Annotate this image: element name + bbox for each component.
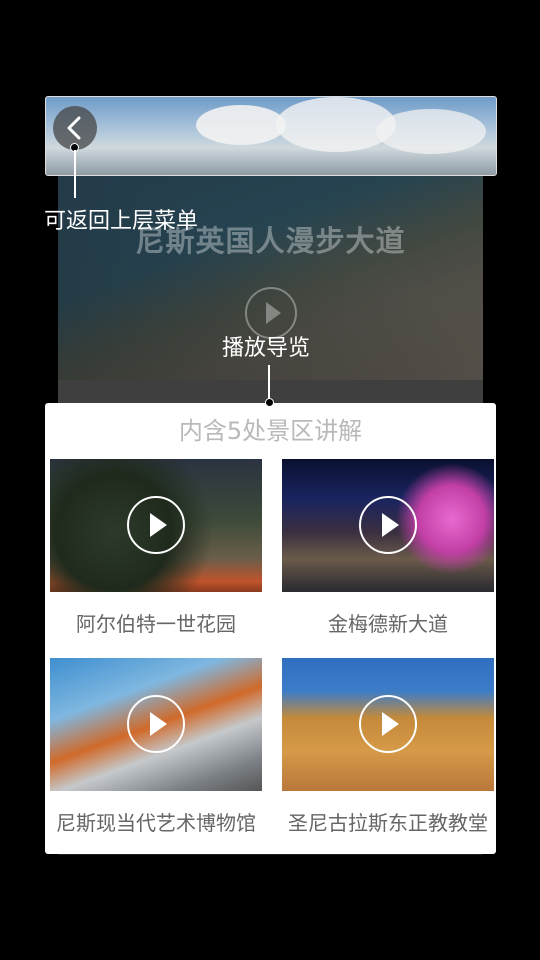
- callout-line-back: [74, 150, 76, 198]
- scenic-thumbnail: [50, 658, 262, 791]
- play-icon: [359, 695, 417, 753]
- play-icon: [127, 695, 185, 753]
- cloud-shape: [376, 109, 486, 154]
- play-icon: [127, 496, 185, 554]
- scenic-item-label: 尼斯现当代艺术博物馆: [56, 811, 256, 835]
- chevron-left-icon: [67, 116, 81, 140]
- scenic-item[interactable]: 金梅德新大道: [282, 459, 494, 637]
- scenic-thumbnail: [282, 658, 494, 791]
- scenic-item[interactable]: 圣尼古拉斯东正教教堂: [282, 658, 494, 836]
- header-banner: [45, 96, 497, 176]
- play-icon: [359, 496, 417, 554]
- scenic-list-card: 内含5处景区讲解 阿尔伯特一世花园 金梅德新大道 尼斯现当代艺术博物馆 圣尼古拉…: [45, 403, 496, 854]
- card-title: 内含5处景区讲解: [178, 417, 363, 445]
- callout-dot-play: [265, 398, 274, 407]
- cloud-shape: [196, 105, 286, 145]
- scenic-thumbnail: [282, 459, 494, 592]
- callout-play-label: 播放导览: [222, 336, 311, 361]
- scenic-item[interactable]: 阿尔伯特一世花园: [50, 459, 262, 637]
- scenic-item-label: 金梅德新大道: [328, 612, 448, 636]
- callout-line-play: [268, 365, 270, 399]
- callout-back-label: 可返回上层菜单: [44, 209, 199, 234]
- scenic-item-label: 阿尔伯特一世花园: [76, 612, 236, 636]
- scenic-item[interactable]: 尼斯现当代艺术博物馆: [50, 658, 262, 836]
- scenic-thumbnail: [50, 459, 262, 592]
- scenic-item-label: 圣尼古拉斯东正教教堂: [288, 811, 488, 835]
